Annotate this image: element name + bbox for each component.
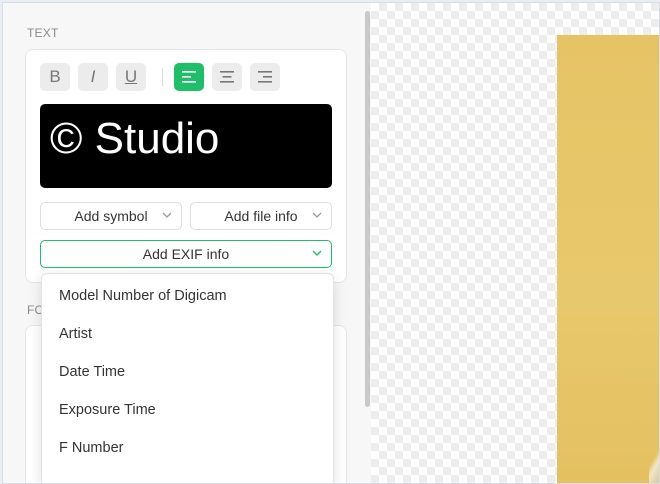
- add-symbol-select[interactable]: Add symbol: [40, 202, 182, 230]
- toolbar-divider: [162, 68, 163, 86]
- align-right-button[interactable]: [250, 63, 280, 91]
- chevron-down-icon: [312, 250, 322, 256]
- italic-button[interactable]: I: [78, 63, 108, 91]
- exif-dropdown-menu: Model Number of Digicam Artist Date Time…: [41, 273, 334, 483]
- underline-icon: U: [124, 67, 138, 86]
- exif-option-date-time[interactable]: Date Time: [42, 353, 333, 391]
- app-window: TEXT B I U © Studio Add symbol Add file …: [2, 2, 660, 484]
- add-file-info-select[interactable]: Add file info: [190, 202, 332, 230]
- exif-option-model[interactable]: Model Number of Digicam: [42, 277, 333, 315]
- add-exif-info-label: Add EXIF info: [142, 246, 230, 262]
- settings-panel: TEXT B I U © Studio Add symbol Add file …: [3, 3, 365, 483]
- add-file-info-label: Add file info: [224, 208, 298, 224]
- exif-option-exposure-time[interactable]: Exposure Time: [42, 391, 333, 429]
- bold-button[interactable]: B: [40, 63, 70, 91]
- bold-icon: B: [49, 67, 61, 86]
- text-preview-input[interactable]: © Studio: [40, 104, 332, 188]
- align-right-icon: [258, 71, 272, 83]
- exif-option-artist[interactable]: Artist: [42, 315, 333, 353]
- align-center-icon: [220, 71, 234, 83]
- preview-canvas: [371, 3, 659, 483]
- align-center-button[interactable]: [212, 63, 242, 91]
- italic-icon: I: [90, 67, 96, 86]
- add-exif-info-select[interactable]: Add EXIF info: [40, 240, 332, 268]
- add-symbol-label: Add symbol: [74, 208, 148, 224]
- chevron-down-icon: [312, 212, 322, 218]
- exif-option-f-number[interactable]: F Number: [42, 429, 333, 467]
- panel-scrollbar[interactable]: [365, 11, 370, 407]
- align-left-icon: [182, 71, 196, 83]
- align-left-button[interactable]: [174, 63, 204, 91]
- chevron-down-icon: [162, 212, 172, 218]
- photo-edge-detail: [649, 443, 659, 483]
- photo-preview: [557, 35, 659, 483]
- text-section-label: TEXT: [27, 26, 59, 40]
- underline-button[interactable]: U: [116, 63, 146, 91]
- text-settings-card: B I U © Studio Add symbol Add file info …: [25, 49, 347, 283]
